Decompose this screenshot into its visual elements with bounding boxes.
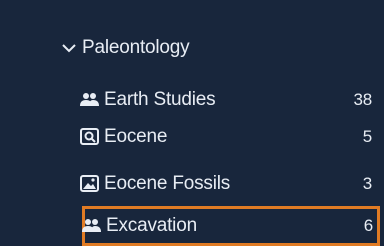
people-icon xyxy=(80,91,102,109)
item-count: 5 xyxy=(362,127,372,146)
tree-item-eocene-fossils[interactable]: Eocene Fossils 3 xyxy=(80,166,378,202)
item-count: 38 xyxy=(353,90,372,109)
tree-node-paleontology[interactable]: Paleontology xyxy=(62,30,362,66)
tree-item-earth-studies[interactable]: Earth Studies 38 xyxy=(80,82,378,118)
image-icon xyxy=(80,175,102,193)
folder-tree: Paleontology Earth Studies 38 Eocene 5 E… xyxy=(0,0,384,246)
tree-item-label: Eocene Fossils xyxy=(104,173,231,194)
chevron-down-icon[interactable] xyxy=(62,41,76,55)
tree-item-label: Excavation xyxy=(106,215,197,236)
item-count: 3 xyxy=(362,174,372,193)
tree-item-label: Earth Studies xyxy=(104,89,216,110)
tree-item-excavation[interactable]: Excavation 6 xyxy=(82,206,380,246)
tree-node-label: Paleontology xyxy=(82,37,190,58)
tree-item-eocene[interactable]: Eocene 5 xyxy=(80,119,378,155)
search-document-icon xyxy=(80,128,102,146)
tree-item-label: Eocene xyxy=(104,126,168,147)
people-icon xyxy=(82,217,104,235)
item-count: 6 xyxy=(363,216,373,235)
